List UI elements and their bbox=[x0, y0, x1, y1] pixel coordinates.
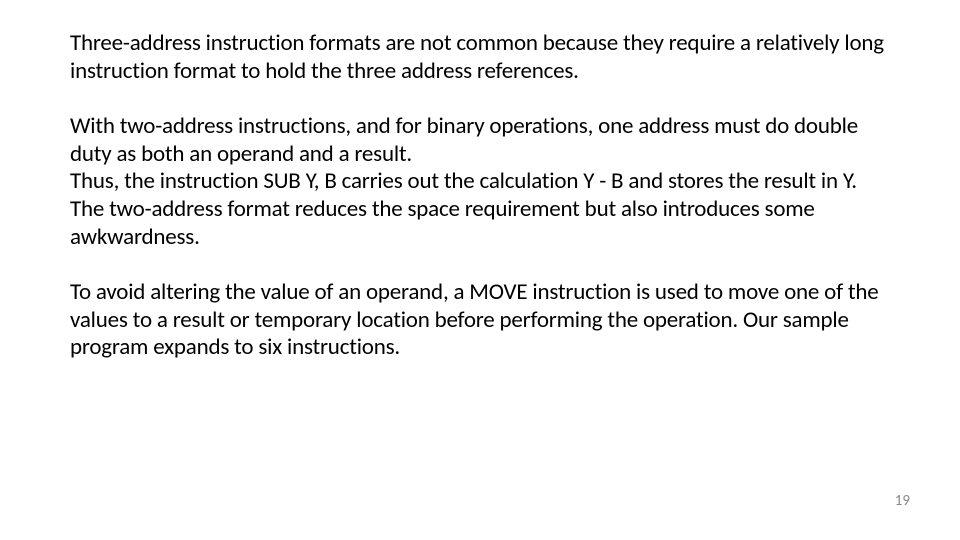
paragraph-2a: With two-address instructions, and for b… bbox=[70, 112, 858, 168]
paragraph-2b: Thus, the instruction SUB Y, B carries o… bbox=[70, 167, 857, 250]
slide: Three-address instruction formats are no… bbox=[0, 0, 960, 540]
paragraph-1: Three-address instruction formats are no… bbox=[70, 30, 890, 85]
paragraph-2: With two-address instructions, and for b… bbox=[70, 113, 890, 251]
paragraph-3: To avoid altering the value of an operan… bbox=[70, 279, 890, 362]
page-number: 19 bbox=[895, 492, 910, 510]
